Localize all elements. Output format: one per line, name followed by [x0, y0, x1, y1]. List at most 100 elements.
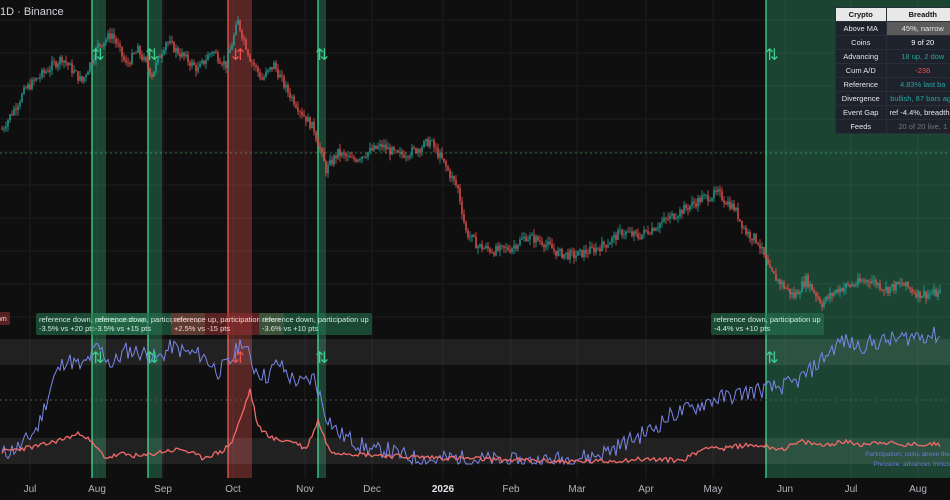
candle-body — [281, 74, 283, 77]
candle-body — [31, 79, 33, 90]
candle-body — [199, 63, 201, 68]
candle-body — [925, 291, 927, 299]
candle-body — [907, 281, 909, 288]
signal-band-bull — [92, 0, 106, 478]
candle-body — [485, 245, 487, 248]
row-value: 20 of 20 live, 1 — [885, 119, 950, 134]
candle-body — [241, 30, 243, 39]
candle-body — [915, 293, 917, 298]
row-label: Advancing — [835, 49, 887, 64]
candle-body — [349, 155, 351, 158]
candle-body — [717, 189, 719, 192]
x-axis-tick: Nov — [296, 484, 314, 495]
candle-body — [399, 151, 401, 153]
x-axis-tick: Jun — [776, 484, 794, 495]
candle-body — [465, 221, 467, 231]
candle-body — [215, 51, 217, 54]
candle-body — [357, 159, 359, 162]
candle-body — [719, 189, 721, 192]
candle-body — [527, 239, 529, 242]
candle-body — [19, 101, 21, 106]
candle-body — [445, 161, 447, 167]
breadth-table-row: Advancing 18 up, 2 dow — [835, 49, 950, 64]
candle-body — [737, 207, 739, 220]
candle-body — [627, 231, 629, 233]
candle-body — [675, 218, 677, 220]
candle-body — [405, 156, 407, 158]
candle-body — [171, 40, 173, 43]
candle-body — [341, 152, 343, 156]
candle-body — [129, 62, 131, 65]
candle-body — [27, 84, 29, 89]
chart-canvas: ⇅ ⇅ ⇅ ⇅ ⇵ ⇵ ⇅ ⇅ ⇅ ⇅ — [0, 0, 950, 478]
candle-body — [663, 217, 665, 222]
symbol-label: 1D · Binance — [0, 6, 64, 18]
candle-body — [645, 229, 647, 231]
candle-body — [269, 67, 271, 70]
candle-body — [65, 60, 67, 63]
breadth-table-row: Event Gap ref -4.4%, breadth + — [835, 105, 950, 120]
candle-body — [301, 111, 303, 116]
x-axis-tick: May — [703, 484, 723, 495]
candle-body — [371, 148, 373, 151]
candle-body — [523, 236, 525, 239]
candle-body — [321, 148, 323, 152]
candle-body — [33, 79, 35, 81]
candle-body — [443, 158, 445, 162]
candle-body — [227, 52, 229, 69]
candle-body — [591, 246, 593, 248]
row-label: Feeds — [835, 119, 887, 134]
candle-body — [339, 148, 341, 156]
candle-body — [501, 245, 503, 247]
candle-body — [763, 246, 765, 255]
candle-body — [327, 164, 329, 174]
candle-body — [307, 117, 309, 122]
candle-body — [29, 84, 31, 90]
signal-bands — [91, 0, 950, 478]
candle-body — [745, 227, 747, 235]
candle-body — [453, 176, 455, 180]
candle-body — [271, 67, 273, 70]
candle-body — [539, 240, 541, 242]
candle-body — [397, 150, 399, 153]
candle-body — [219, 61, 221, 64]
candle-body — [533, 234, 535, 243]
candle-body — [885, 286, 887, 291]
candle-body — [905, 281, 907, 286]
candle-body — [75, 70, 77, 72]
candle-body — [747, 232, 749, 235]
candle-body — [657, 227, 659, 229]
signal-arrow-down: ⇵ — [231, 348, 244, 367]
candle-body — [499, 245, 501, 251]
candle-body — [751, 238, 753, 241]
candle-body — [367, 152, 369, 157]
candle-body — [447, 166, 449, 171]
candle-body — [493, 252, 495, 256]
divergence-label: own — [0, 312, 10, 325]
candle-body — [571, 250, 573, 252]
x-axis-tick: Apr — [638, 484, 654, 495]
candle-body — [655, 228, 657, 231]
signal-arrow-up: ⇅ — [765, 348, 778, 367]
candle-body — [47, 71, 49, 73]
candle-body — [913, 292, 915, 294]
candle-body — [869, 282, 871, 284]
candle-body — [783, 282, 785, 289]
row-value: ref -4.4%, breadth + — [885, 105, 950, 120]
candle-body — [139, 46, 141, 56]
candle-body — [235, 24, 237, 35]
candle-body — [239, 20, 241, 31]
candle-body — [207, 54, 209, 61]
candle-body — [261, 77, 263, 80]
candle-body — [265, 71, 267, 77]
row-label: Cum A/D — [835, 63, 887, 78]
candle-body — [891, 284, 893, 287]
candle-body — [589, 246, 591, 254]
candle-body — [279, 74, 281, 78]
candle-body — [507, 247, 509, 251]
candle-body — [63, 60, 65, 63]
x-axis-tick: Jul — [23, 484, 37, 495]
candle-body — [49, 69, 51, 72]
candle-body — [685, 204, 687, 209]
candle-body — [923, 291, 925, 297]
